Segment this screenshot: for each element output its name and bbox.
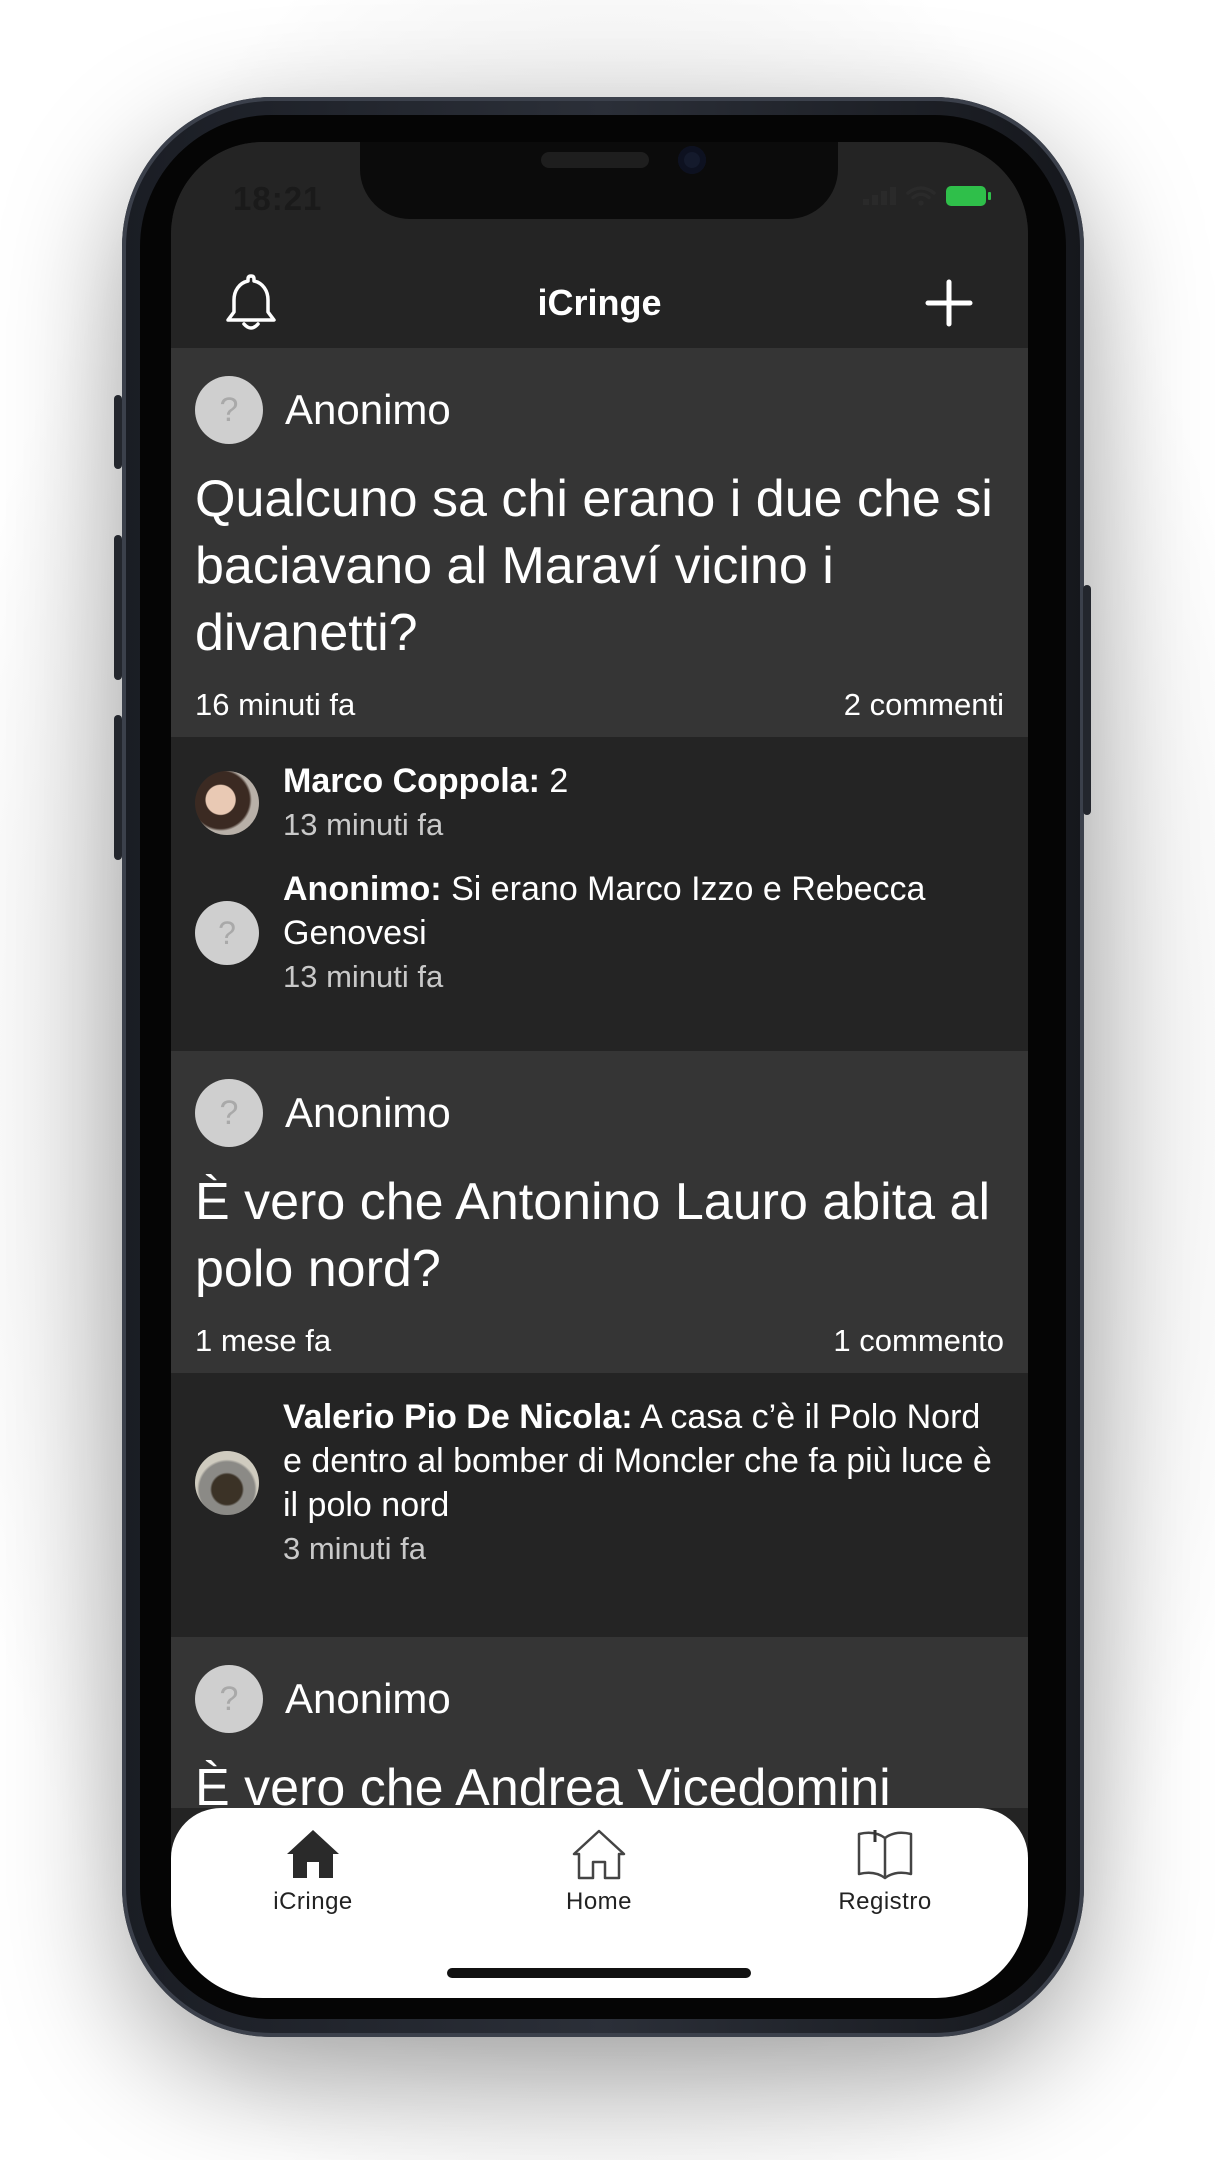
post-text: Qualcuno sa chi erano i due che si bacia… — [195, 470, 993, 662]
post-author: Anonimo — [285, 386, 451, 433]
commenter-name: Valerio Pio De Nicola: — [283, 1398, 633, 1436]
anonymous-avatar: ? — [195, 901, 259, 965]
app-screen: 18:21 iCringe ? Anonimo Qualcuno sa chi … — [171, 142, 1028, 1998]
tab-label: Registro — [838, 1888, 932, 1915]
comment-item[interactable]: Valerio Pio De Nicola: A casa c’è il Pol… — [195, 1395, 1004, 1571]
post-time: 16 minuti fa — [195, 687, 356, 722]
top-navigation-bar: iCringe — [171, 252, 1028, 348]
status-time: 18:21 — [233, 180, 323, 217]
bottom-tab-bar: iCringe Home Registro — [171, 1808, 1028, 1998]
app-title: iCringe — [537, 282, 662, 323]
comment-item[interactable]: ? Anonimo: Si erano Marco Izzo e Rebecca… — [195, 867, 1004, 999]
post-author: Anonimo — [285, 1675, 451, 1722]
post-text: È vero che Antonino Lauro abita al polo … — [195, 1173, 991, 1298]
book-icon — [857, 1830, 913, 1880]
anonymous-avatar: ? — [195, 376, 263, 444]
tab-label: iCringe — [273, 1888, 353, 1915]
status-icons — [863, 186, 991, 206]
signal-icon — [863, 187, 896, 205]
comment-time: 13 minuti fa — [283, 807, 444, 842]
anonymous-avatar: ? — [195, 1079, 263, 1147]
post-header: ? Anonimo — [195, 1637, 1004, 1755]
comment-time: 3 minuti fa — [283, 1531, 427, 1566]
post-meta: 1 mese fa 1 commento — [195, 1309, 1004, 1373]
mute-switch — [114, 395, 122, 469]
commenter-avatar — [195, 1451, 259, 1515]
comment-count[interactable]: 1 commento — [833, 1323, 1004, 1359]
post-card[interactable]: ? Anonimo Qualcuno sa chi erano i due ch… — [171, 348, 1028, 737]
speaker-grille — [541, 152, 649, 168]
post-card[interactable]: ? Anonimo È vero che Andrea Vicedomini — [171, 1637, 1028, 1808]
tab-home[interactable]: Home — [499, 1826, 699, 1916]
post-text: È vero che Andrea Vicedomini — [195, 1759, 891, 1808]
tab-registro[interactable]: Registro — [785, 1826, 985, 1916]
comments-section: Marco Coppola: 2 13 minuti fa ? Anonimo:… — [171, 737, 1028, 1051]
volume-down-button — [114, 715, 122, 860]
commenter-name: Marco Coppola: — [283, 762, 540, 800]
comment-item[interactable]: Marco Coppola: 2 13 minuti fa — [195, 759, 1004, 847]
battery-icon — [946, 186, 991, 206]
commenter-name: Anonimo: — [283, 870, 442, 908]
post-time: 1 mese fa — [195, 1323, 332, 1358]
tab-label: Home — [565, 1888, 633, 1915]
add-post-icon[interactable] — [924, 278, 974, 328]
post-header: ? Anonimo — [195, 1051, 1004, 1169]
comment-text: 2 — [549, 762, 569, 800]
comment-count[interactable]: 2 commenti — [844, 687, 1004, 723]
comments-section: Valerio Pio De Nicola: A casa c’è il Pol… — [171, 1373, 1028, 1637]
post-card[interactable]: ? Anonimo È vero che Antonino Lauro abit… — [171, 1051, 1028, 1373]
notch — [360, 142, 838, 219]
volume-up-button — [114, 535, 122, 680]
wifi-icon — [906, 186, 936, 206]
house-filled-icon — [287, 1830, 339, 1878]
home-indicator[interactable] — [447, 1968, 751, 1978]
status-bar: 18:21 — [171, 142, 1028, 252]
house-outline-icon — [572, 1829, 626, 1880]
post-author: Anonimo — [285, 1089, 451, 1136]
tab-icringe[interactable]: iCringe — [213, 1826, 413, 1916]
posts-feed[interactable]: ? Anonimo Qualcuno sa chi erano i due ch… — [171, 348, 1028, 1808]
front-camera — [678, 146, 706, 174]
side-button — [1083, 585, 1091, 815]
commenter-avatar — [195, 771, 259, 835]
anonymous-avatar: ? — [195, 1665, 263, 1733]
post-meta: 16 minuti fa 2 commenti — [195, 673, 1004, 737]
post-header: ? Anonimo — [195, 348, 1004, 466]
comment-time: 13 minuti fa — [283, 959, 444, 994]
